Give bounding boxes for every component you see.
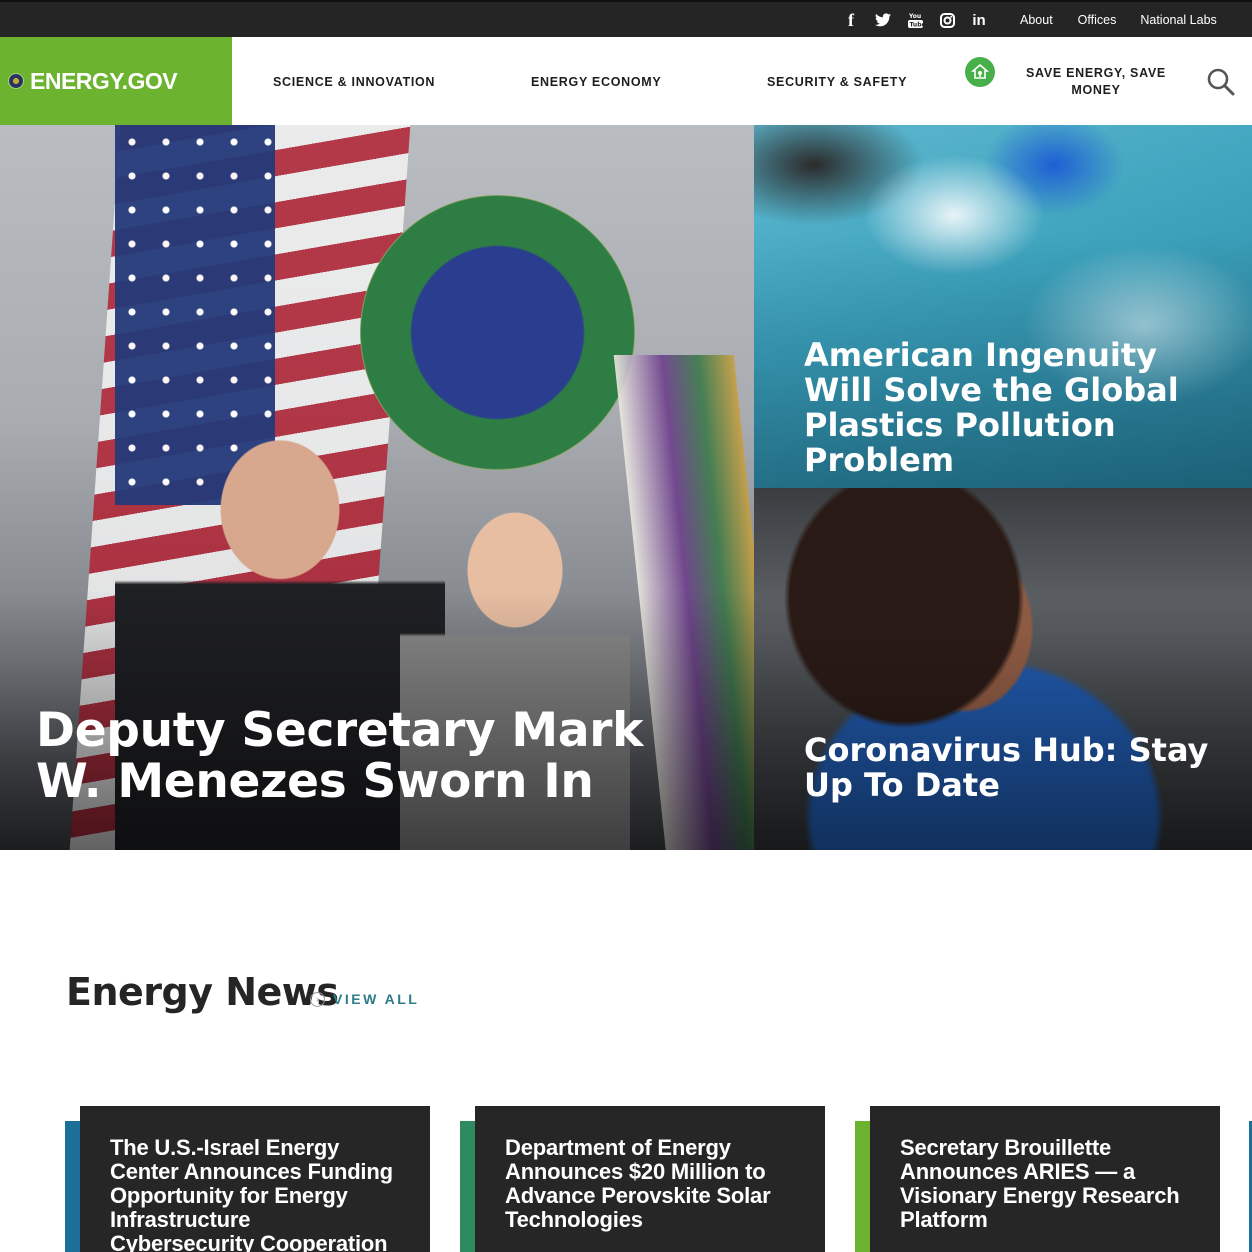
utility-links: About Offices National Labs [1020,13,1217,27]
linkedin-icon[interactable]: in [963,10,995,30]
news-card-title: Secretary Brouillette Announces ARIES — … [900,1135,1180,1232]
view-all-label: VIEW ALL [333,991,420,1007]
hero-main-feature[interactable]: Deputy Secretary Mark W. Menezes Sworn I… [0,125,754,850]
instagram-icon[interactable] [931,10,963,30]
nav-science-innovation[interactable]: SCIENCE & INNOVATION [273,75,435,89]
nav-energy-economy[interactable]: ENERGY ECONOMY [531,75,661,89]
logo-text: ENERGY.GOV [30,67,178,94]
card-accent-bar [460,1121,475,1252]
main-header: ENERGY.GOV SCIENCE & INNOVATION ENERGY E… [0,37,1252,125]
chevron-right-icon: › [310,991,325,1007]
doe-seal-icon [8,73,24,89]
twitter-icon[interactable] [867,10,899,30]
view-all-link[interactable]: › VIEW ALL [310,991,419,1007]
about-link[interactable]: About [1020,13,1053,27]
social-links: f You Tube in [835,10,995,30]
offices-link[interactable]: Offices [1078,13,1117,27]
svg-text:Tube: Tube [909,22,923,29]
card-accent-bar [855,1121,870,1252]
doe-seal-image [360,195,635,470]
news-section-heading: Energy News [66,970,339,1014]
utility-bar: f You Tube in About Offices National Labs [0,0,1252,37]
svg-text:You: You [908,13,921,20]
national-labs-link[interactable]: National Labs [1140,13,1216,27]
news-card-title: Department of Energy Announces $20 Milli… [505,1135,771,1232]
hero-side-feature-coronavirus[interactable]: Coronavirus Hub: Stay Up To Date [754,488,1252,850]
facebook-icon[interactable]: f [835,10,867,30]
news-card[interactable]: The U.S.-Israel Energy Center Announces … [80,1106,430,1252]
card-accent-bar [65,1121,80,1252]
hero-main-title[interactable]: Deputy Secretary Mark W. Menezes Sworn I… [36,705,676,807]
hero-side-title[interactable]: Coronavirus Hub: Stay Up To Date [804,733,1224,803]
news-card[interactable]: Secretary Brouillette Announces ARIES — … [870,1106,1220,1252]
nav-save-energy[interactable]: SAVE ENERGY, SAVE MONEY [1022,65,1170,99]
hero-side-feature-plastics[interactable]: American Ingenuity Will Solve the Global… [754,125,1252,488]
youtube-icon[interactable]: You Tube [899,10,931,30]
search-icon[interactable] [1206,67,1236,97]
site-logo[interactable]: ENERGY.GOV [0,37,232,125]
hero-side-title[interactable]: American Ingenuity Will Solve the Global… [804,338,1224,478]
news-card[interactable]: Department of Energy Announces $20 Milli… [475,1106,825,1252]
nav-security-safety[interactable]: SECURITY & SAFETY [767,75,907,89]
news-card-title: The U.S.-Israel Energy Center Announces … [110,1135,393,1252]
house-bulb-icon[interactable] [965,57,995,87]
